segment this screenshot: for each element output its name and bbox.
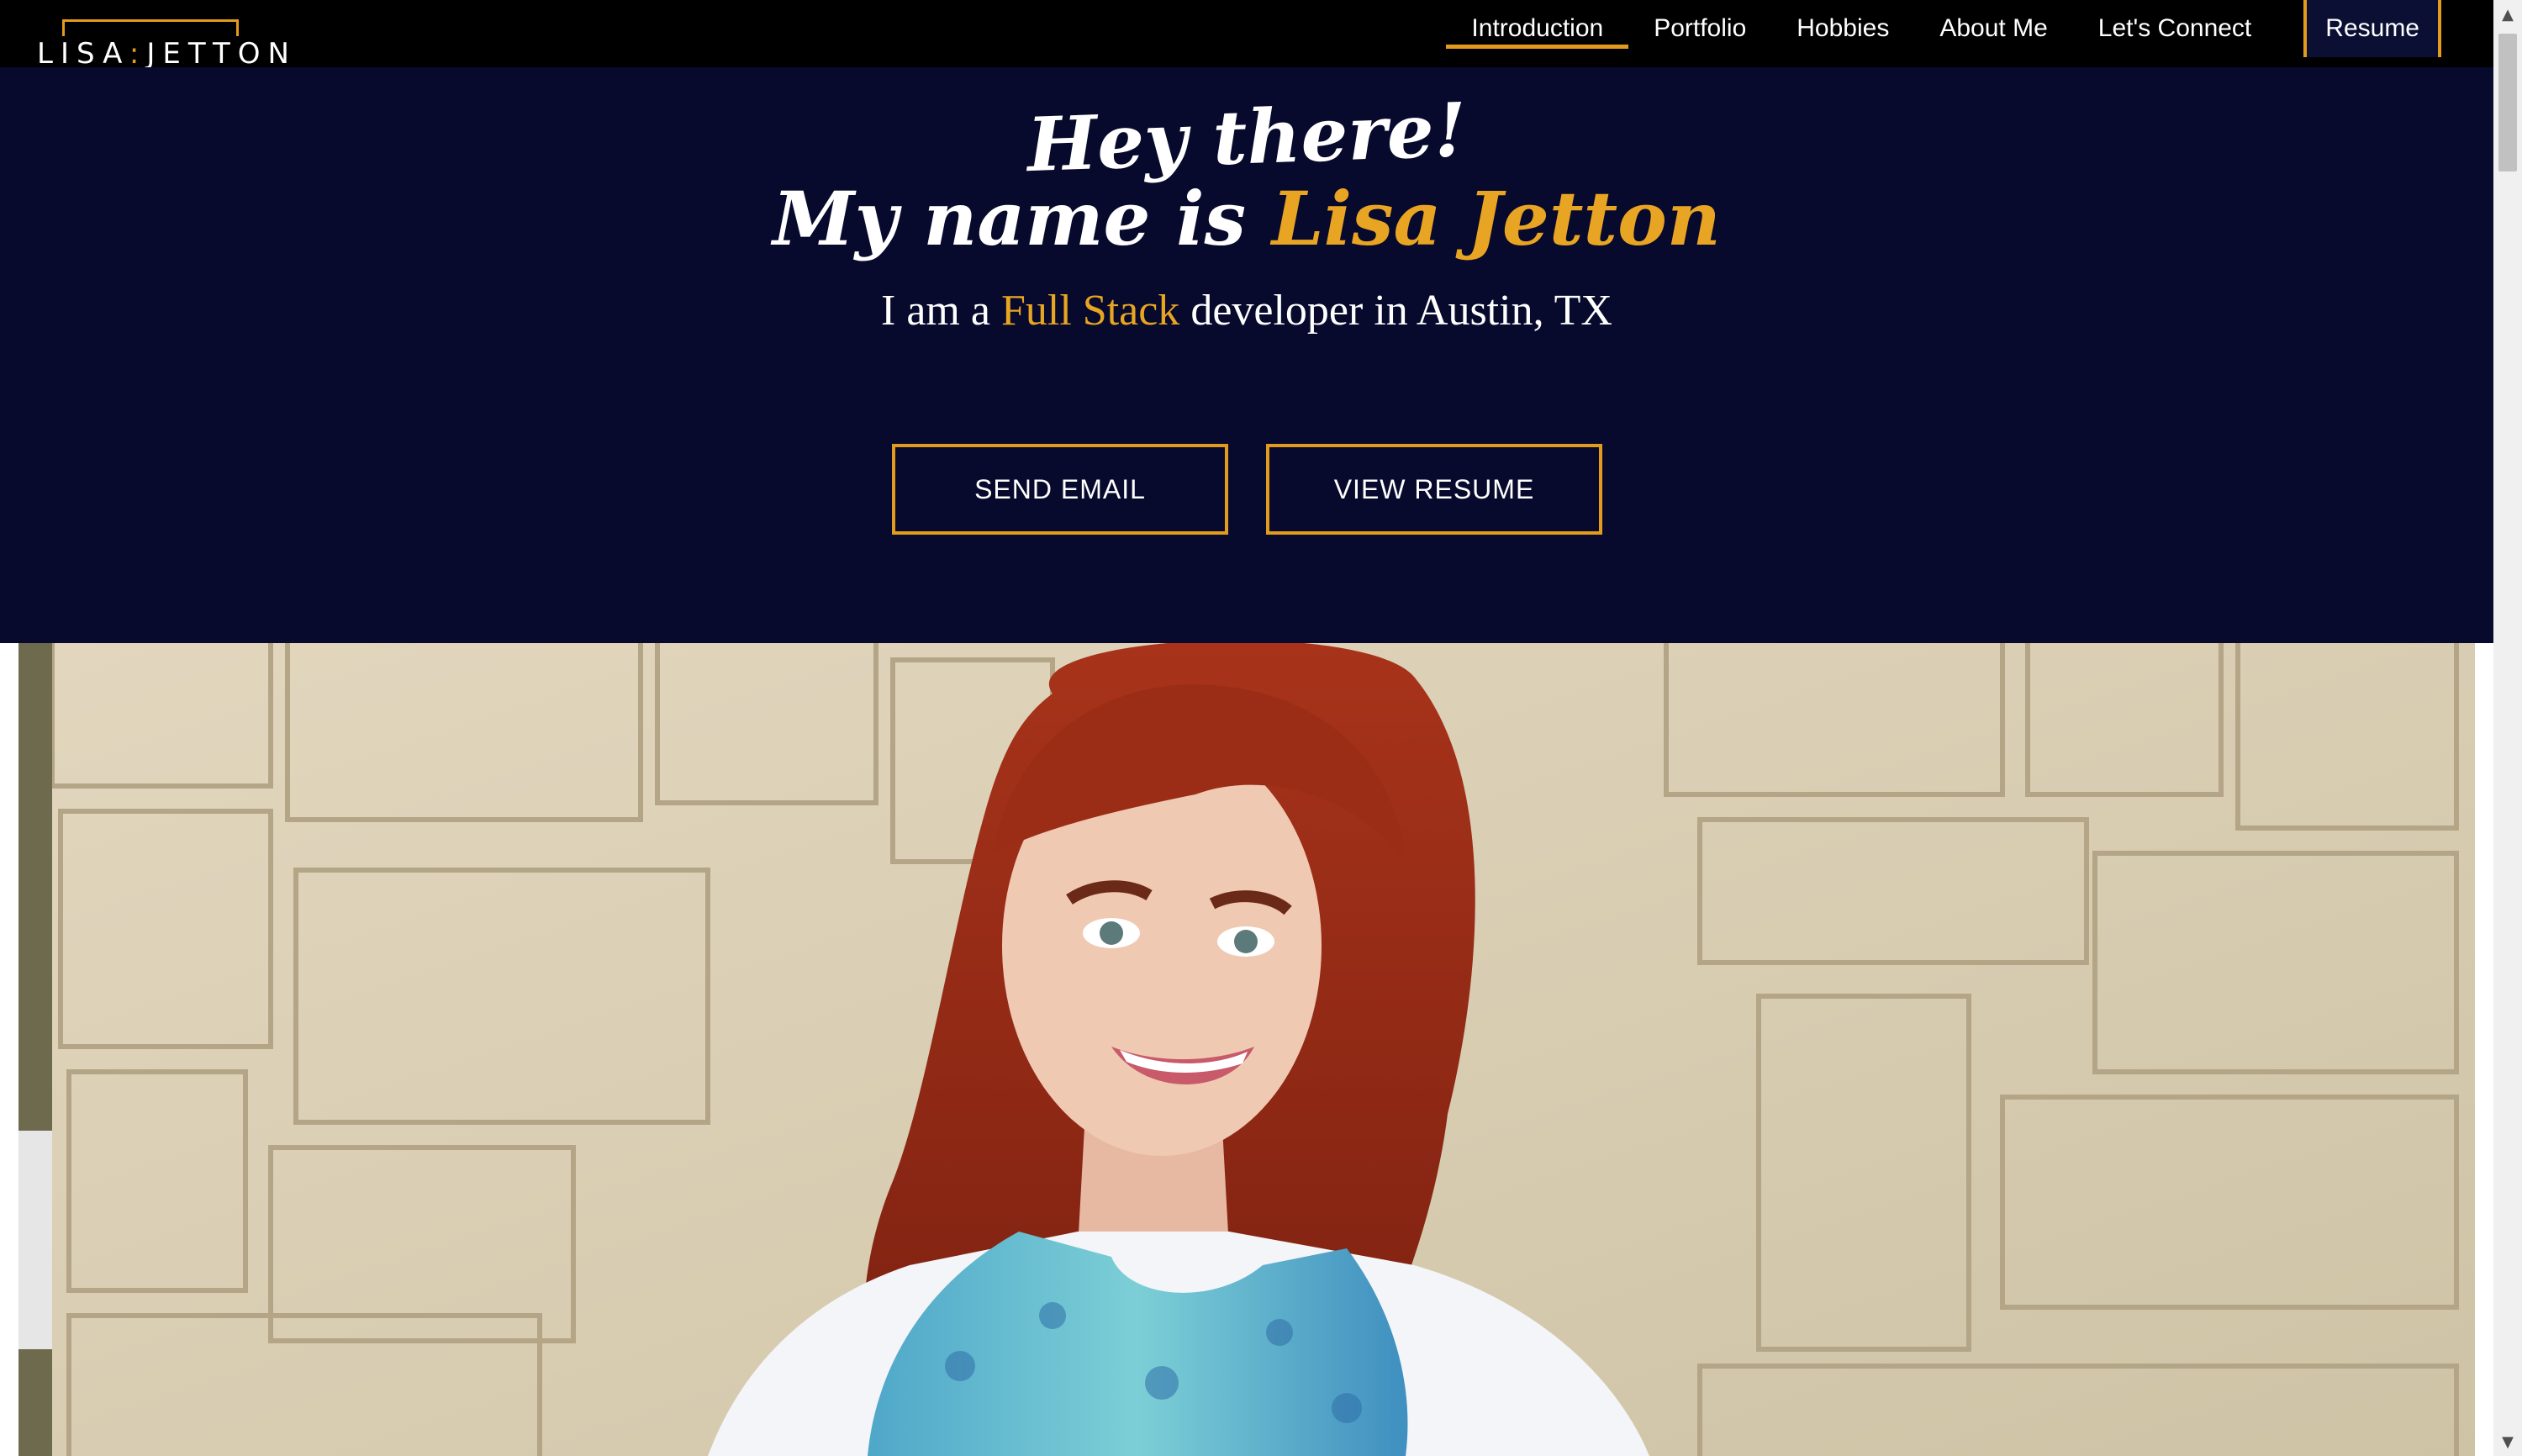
scroll-thumb[interactable]	[2498, 34, 2517, 171]
hero-name: Lisa Jetton	[1271, 175, 1721, 262]
tagline-prefix: I am a	[881, 287, 1001, 335]
nav-link-hobbies[interactable]: Hobbies	[1771, 0, 1914, 57]
logo-text-left: LISA	[37, 37, 129, 71]
scroll-down-arrow-icon[interactable]: ▼	[2493, 1427, 2522, 1456]
view-resume-button[interactable]: VIEW RESUME	[1266, 444, 1602, 535]
nav-link-portfolio[interactable]: Portfolio	[1628, 0, 1771, 57]
send-email-button[interactable]: SEND EMAIL	[892, 444, 1228, 535]
nav-resume-button[interactable]: Resume	[2303, 0, 2441, 57]
tagline-accent: Full Stack	[1000, 287, 1180, 335]
nav-link-about-me[interactable]: About Me	[1914, 0, 2072, 57]
logo-dot: :	[129, 37, 147, 71]
hero-name-heading: My name is Lisa Jetton	[0, 172, 2493, 265]
hero-name-prefix: My name is	[773, 175, 1272, 262]
page-scrollbar[interactable]: ▲ ▼	[2493, 0, 2522, 1456]
logo-text: LISA:JETTON	[37, 36, 289, 71]
profile-photo-illustration	[18, 643, 2475, 1456]
nav-link-introduction[interactable]: Introduction	[1446, 0, 1628, 57]
hero-section: Hey there! My name is Lisa Jetton I am a…	[0, 67, 2493, 643]
logo-text-right: JETTON	[146, 37, 297, 71]
top-navbar: LISA:JETTON Introduction Portfolio Hobbi…	[0, 0, 2493, 95]
scroll-up-arrow-icon[interactable]: ▲	[2493, 0, 2522, 29]
profile-photo	[18, 643, 2475, 1456]
nav-link-lets-connect[interactable]: Let's Connect	[2073, 0, 2277, 57]
hero-tagline: I am a Full Stack developer in Austin, T…	[0, 282, 2493, 340]
nav-links: Introduction Portfolio Hobbies About Me …	[1446, 0, 2441, 57]
tagline-suffix: developer in Austin, TX	[1179, 287, 1612, 335]
